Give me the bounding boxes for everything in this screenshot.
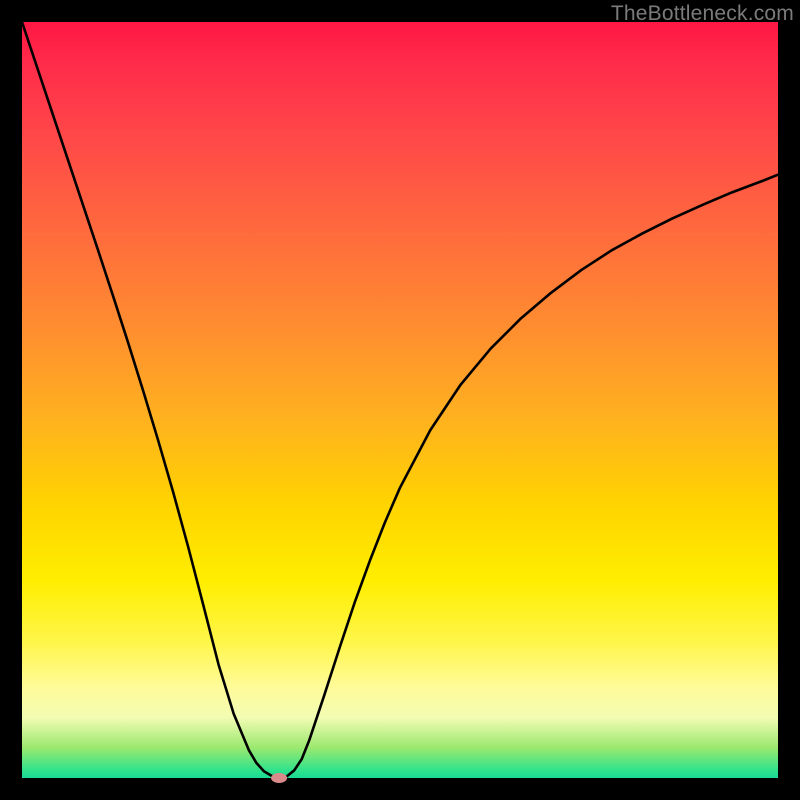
curve-line [22,22,778,778]
bottleneck-chart [22,22,778,778]
plot-area [22,22,778,778]
watermark: TheBottleneck.com [611,2,794,26]
optimum-marker [271,773,287,783]
